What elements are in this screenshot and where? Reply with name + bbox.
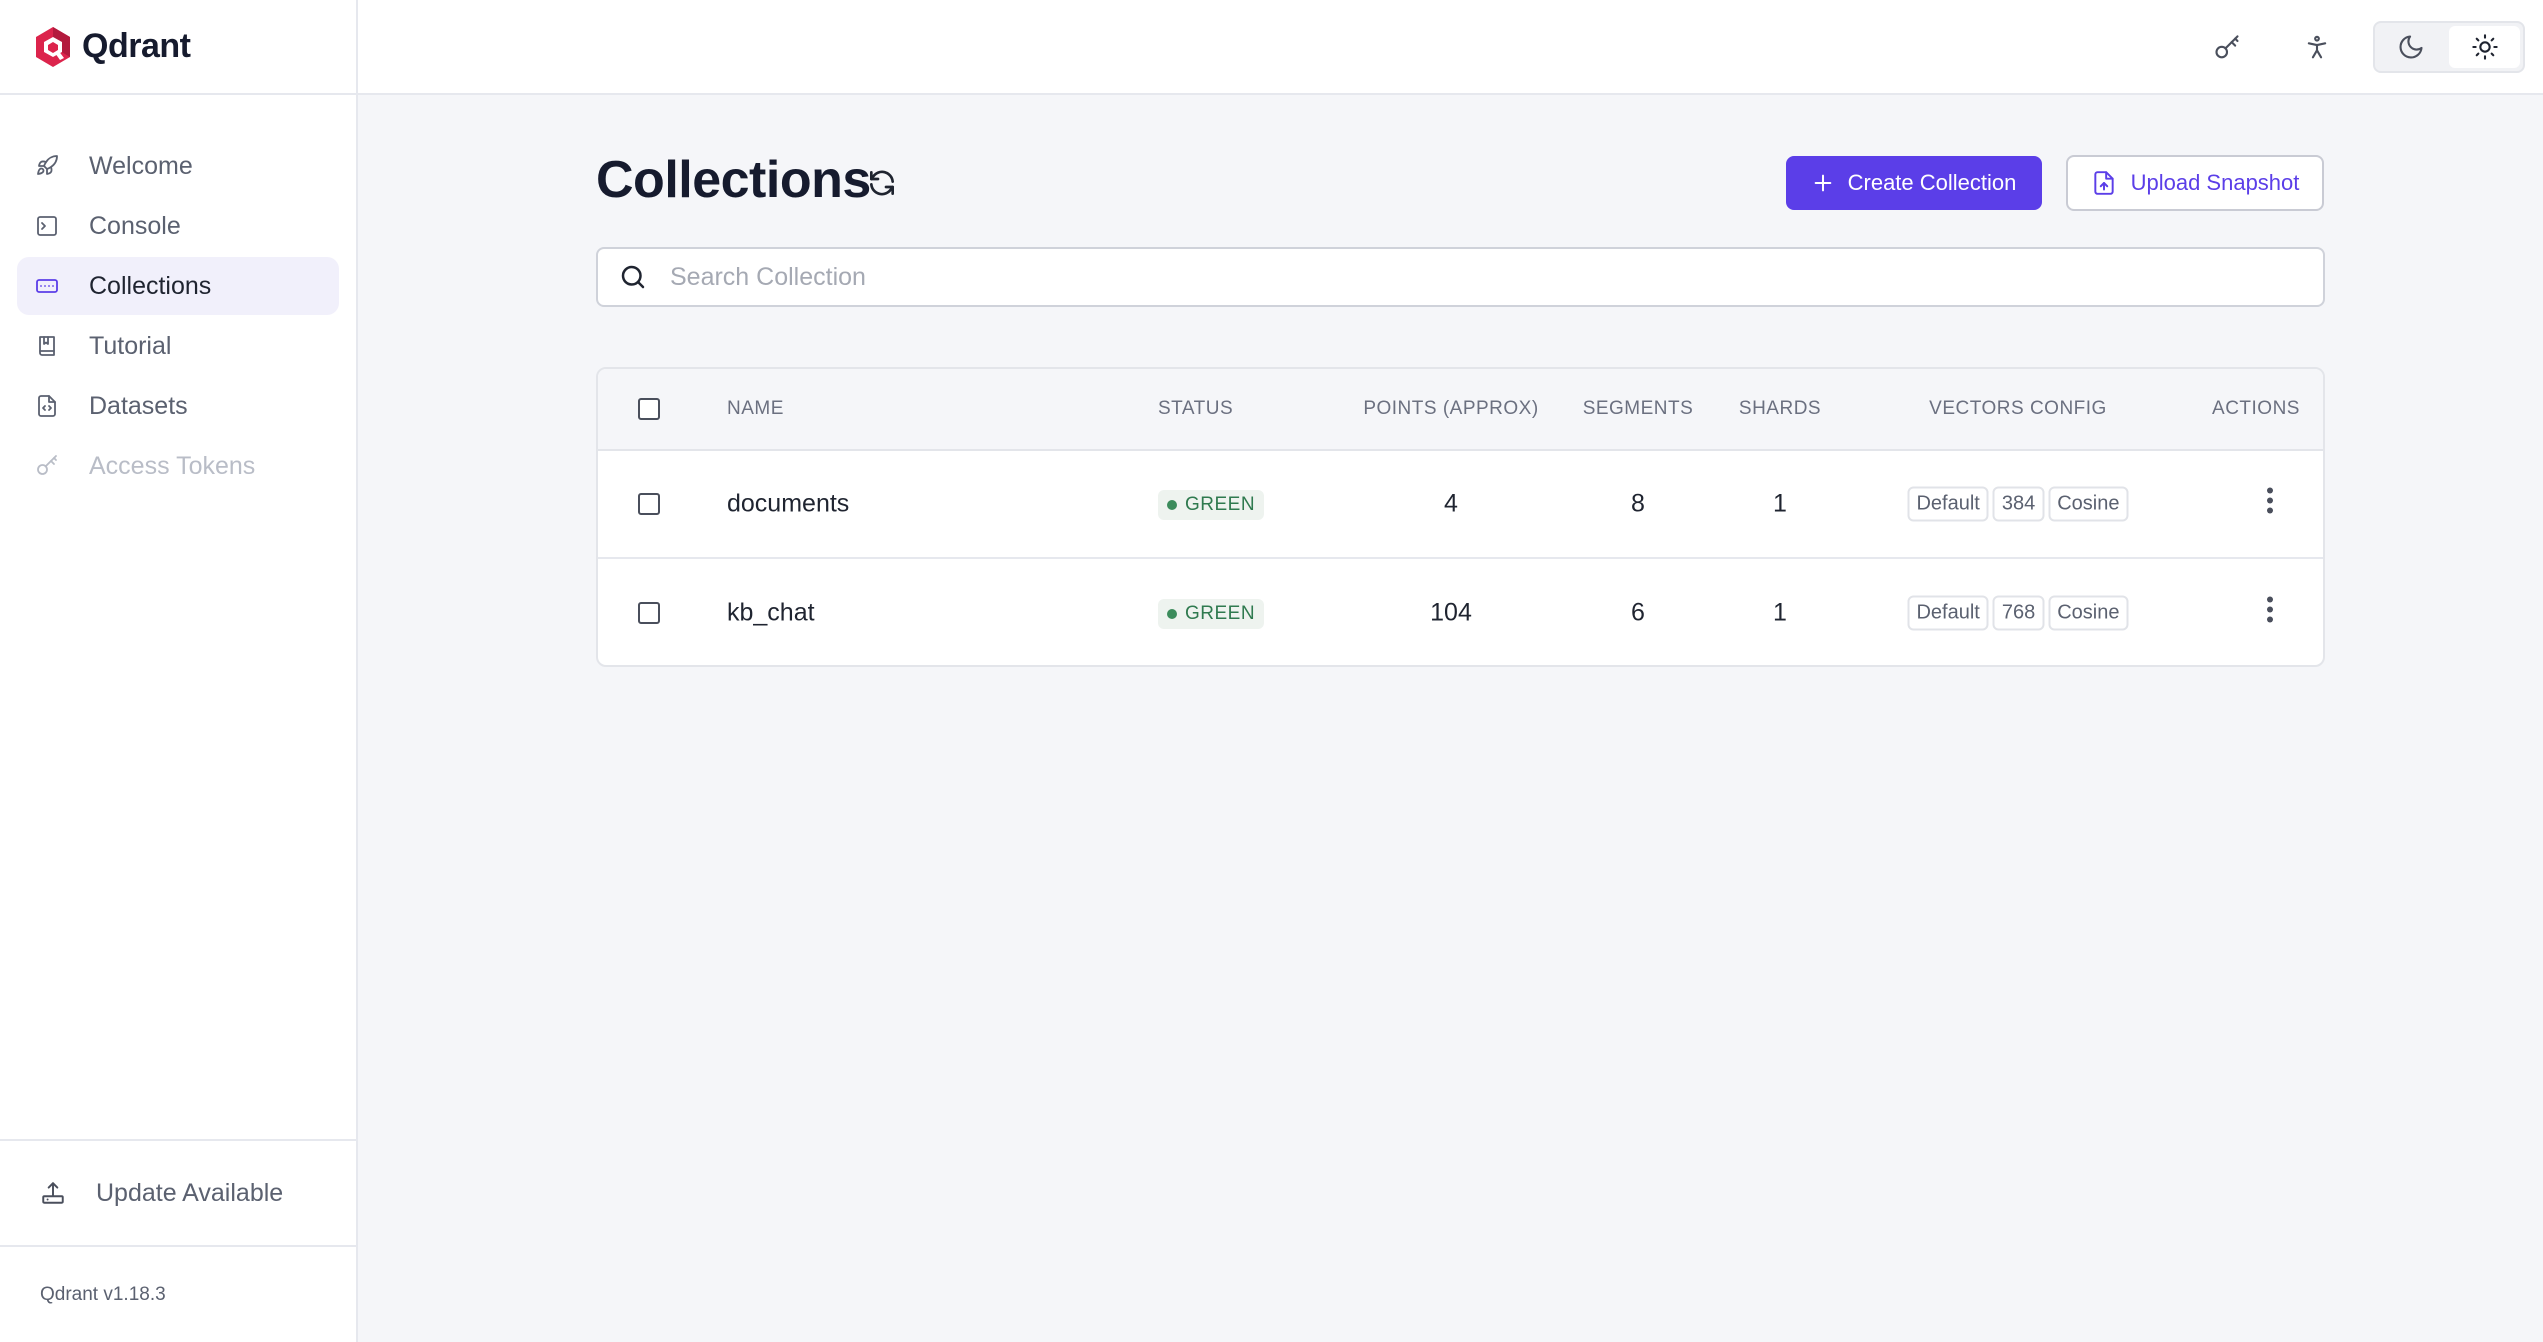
status-dot-icon xyxy=(1167,609,1177,619)
sidebar-item-welcome[interactable]: Welcome xyxy=(17,137,339,195)
collections-icon xyxy=(36,279,58,293)
rocket-icon xyxy=(37,155,58,175)
search-icon xyxy=(621,265,645,289)
page-title: Collections xyxy=(596,151,871,209)
light-theme-button[interactable] xyxy=(2449,26,2520,68)
sidebar-item-label: Welcome xyxy=(89,151,193,180)
collection-name[interactable]: kb_chat xyxy=(727,599,815,628)
brand[interactable]: Qdrant xyxy=(0,0,356,95)
checkbox-box xyxy=(638,602,660,624)
plus-icon xyxy=(1814,174,1831,192)
sidebar-item-tutorial[interactable]: Tutorial xyxy=(17,317,339,375)
dark-theme-button[interactable] xyxy=(2375,23,2446,71)
sidebar-item-access-tokens: Access Tokens xyxy=(17,437,339,495)
sidebar-item-label: Access Tokens xyxy=(89,451,256,480)
key-icon xyxy=(37,455,57,475)
sidebar-footer: Update Available Qdrant v1.18.3 xyxy=(0,1139,356,1342)
table-row[interactable]: documents GREEN 4 8 1 Default 384 Cosine xyxy=(598,451,2323,559)
status-badge-pill: GREEN xyxy=(1158,490,1265,520)
column-header-points[interactable]: POINTS (APPROX) xyxy=(1363,398,1538,420)
points-count: 104 xyxy=(1430,598,1472,627)
moon-icon xyxy=(2399,35,2423,59)
select-all-checkbox[interactable] xyxy=(638,398,660,420)
status-badge: GREEN xyxy=(1158,597,1265,629)
refresh-icon[interactable] xyxy=(866,167,898,199)
brand-name: Qdrant xyxy=(82,27,191,65)
api-key-button[interactable] xyxy=(2205,26,2249,70)
sidebar-item-label: Console xyxy=(89,211,181,240)
column-header-segments[interactable]: SEGMENTS xyxy=(1583,398,1694,420)
accessibility-button[interactable] xyxy=(2295,26,2339,70)
vector-distance-tag: Cosine xyxy=(2048,486,2129,522)
search-box xyxy=(596,247,2325,307)
sidebar-item-datasets[interactable]: Datasets xyxy=(17,377,339,435)
status-badge: GREEN xyxy=(1158,488,1265,520)
create-collection-label: Create Collection xyxy=(1847,170,2017,195)
vector-size-tag: 768 xyxy=(1992,595,2045,631)
file-code-icon xyxy=(38,395,56,417)
column-header-status[interactable]: STATUS xyxy=(1158,398,1233,420)
checkbox-box xyxy=(638,398,660,420)
more-vertical-icon xyxy=(2267,487,2273,514)
upload-snapshot-label: Upload Snapshot xyxy=(2130,170,2300,195)
sidebar-item-label: Collections xyxy=(89,271,212,300)
theme-toggle xyxy=(2373,21,2525,73)
topbar xyxy=(358,0,2543,95)
create-collection-button[interactable]: Create Collection xyxy=(1786,156,2042,210)
sidebar-item-collections[interactable]: Collections xyxy=(17,257,339,315)
row-checkbox[interactable] xyxy=(638,602,660,624)
sidebar: Qdrant Welcome Console Collections Tutor… xyxy=(0,0,358,1342)
sidebar-item-console[interactable]: Console xyxy=(17,197,339,255)
segments-count: 8 xyxy=(1631,489,1645,518)
sidebar-item-label: Datasets xyxy=(89,391,188,420)
points-count: 4 xyxy=(1444,489,1458,518)
accessibility-icon xyxy=(2307,35,2327,59)
sidebar-item-label: Tutorial xyxy=(89,331,172,360)
row-actions-button[interactable] xyxy=(2266,487,2274,522)
update-available-label: Update Available xyxy=(96,1178,284,1207)
vector-distance-tag: Cosine xyxy=(2048,595,2129,631)
status-badge-pill: GREEN xyxy=(1158,599,1265,629)
segments-count: 6 xyxy=(1631,598,1645,627)
vectors-config: Default 384 Cosine xyxy=(1907,486,2129,522)
status-text: GREEN xyxy=(1185,603,1256,624)
status-text: GREEN xyxy=(1185,494,1256,515)
column-header-shards[interactable]: SHARDS xyxy=(1739,398,1821,420)
sidebar-nav: Welcome Console Collections Tutorial Dat… xyxy=(0,95,356,495)
shards-count: 1 xyxy=(1773,598,1787,627)
more-vertical-icon xyxy=(2267,596,2273,623)
vectors-config: Default 768 Cosine xyxy=(1907,595,2129,631)
key-icon xyxy=(2215,35,2239,59)
vector-size-tag: 384 xyxy=(1992,486,2045,522)
status-dot-icon xyxy=(1167,500,1177,510)
table-row[interactable]: kb_chat GREEN 104 6 1 Default 768 Cosine xyxy=(598,559,2323,665)
file-upload-icon xyxy=(2093,171,2114,195)
checkbox-box xyxy=(638,493,660,515)
row-actions-button[interactable] xyxy=(2266,596,2274,631)
shards-count: 1 xyxy=(1773,489,1787,518)
terminal-icon xyxy=(37,216,57,236)
row-checkbox[interactable] xyxy=(638,493,660,515)
search-input[interactable] xyxy=(670,262,2323,292)
upload-icon xyxy=(42,1182,64,1204)
collection-name[interactable]: documents xyxy=(727,490,849,519)
qdrant-logo-icon xyxy=(36,26,70,67)
version-label: Qdrant v1.18.3 xyxy=(40,1283,166,1305)
vector-name-tag: Default xyxy=(1907,486,1989,522)
book-icon xyxy=(39,336,55,356)
sun-icon xyxy=(2471,34,2498,60)
update-available-button[interactable]: Update Available xyxy=(0,1139,356,1247)
table-header: NAME STATUS POINTS (APPROX) SEGMENTS SHA… xyxy=(598,369,2323,451)
vector-name-tag: Default xyxy=(1907,595,1989,631)
upload-snapshot-button[interactable]: Upload Snapshot xyxy=(2066,155,2324,211)
column-header-actions: ACTIONS xyxy=(2212,398,2300,419)
column-header-vectors-config: VECTORS CONFIG xyxy=(1929,398,2107,419)
column-header-name[interactable]: NAME xyxy=(727,398,784,420)
collections-table: NAME STATUS POINTS (APPROX) SEGMENTS SHA… xyxy=(596,367,2325,667)
